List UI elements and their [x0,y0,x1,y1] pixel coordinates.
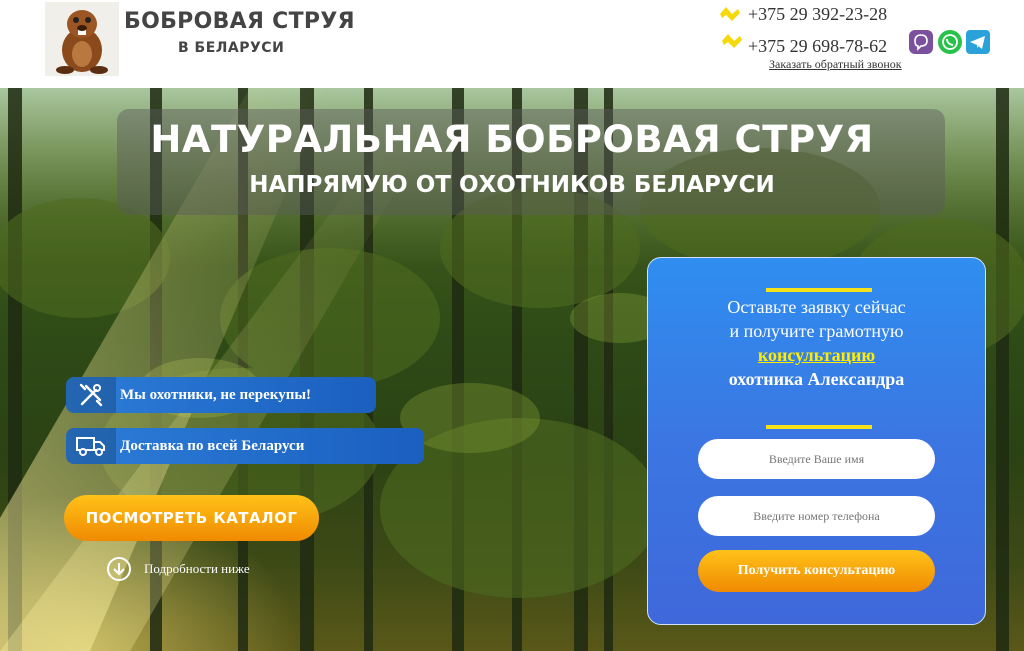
phone-number-1[interactable]: +375 29 392-23-28 [748,4,887,25]
form-heading: Оставьте заявку сейчас и получите грамот… [648,295,985,391]
consultation-form: Оставьте заявку сейчас и получите грамот… [647,257,986,625]
phone-operator-icon [720,7,740,21]
telegram-icon[interactable] [966,30,990,54]
logo-title[interactable]: БОБРОВАЯ СТРУЯ [124,9,355,34]
feature-delivery: Доставка по всей Беларуси [66,428,424,464]
phone-number-2[interactable]: +375 29 698-78-62 [748,36,887,57]
whatsapp-icon[interactable] [938,30,962,54]
beaver-logo-icon[interactable] [45,2,119,76]
site-header: БОБРОВАЯ СТРУЯ В БЕЛАРУСИ +375 29 392-23… [0,0,1024,88]
divider [766,288,872,292]
divider [766,425,872,429]
details-link[interactable]: Подробности ниже [107,557,250,581]
tools-icon [66,377,116,413]
view-catalog-button[interactable]: ПОСМОТРЕТЬ КАТАЛОГ [64,495,319,541]
phone-input[interactable] [698,496,935,536]
details-label: Подробности ниже [144,561,250,576]
hero-title: НАТУРАЛЬНАЯ БОБРОВАЯ СТРУЯ [150,118,874,161]
feature-hunters: Мы охотники, не перекупы! [66,377,376,413]
phone-operator-icon [722,34,742,48]
truck-icon [66,428,116,464]
hero-subtitle: НАПРЯМУЮ ОТ ОХОТНИКОВ БЕЛАРУСИ [249,172,775,198]
name-input[interactable] [698,439,935,479]
feature-label: Доставка по всей Беларуси [120,437,305,454]
logo-subtitle: В БЕЛАРУСИ [178,40,285,56]
callback-link[interactable]: Заказать обратный звонок [769,57,902,72]
form-heading-line: и получите грамотную [729,321,904,341]
viber-icon[interactable] [909,30,933,54]
arrow-down-icon [107,557,131,581]
feature-label: Мы охотники, не перекупы! [120,386,312,403]
form-heading-line: Оставьте заявку сейчас [727,297,906,317]
hero-section: НАТУРАЛЬНАЯ БОБРОВАЯ СТРУЯ НАПРЯМУЮ ОТ О… [0,88,1024,651]
get-consultation-button[interactable]: Получить консультацию [698,550,935,592]
form-heading-line: охотника Александра [728,369,905,389]
form-heading-highlight: консультацию [757,345,876,365]
